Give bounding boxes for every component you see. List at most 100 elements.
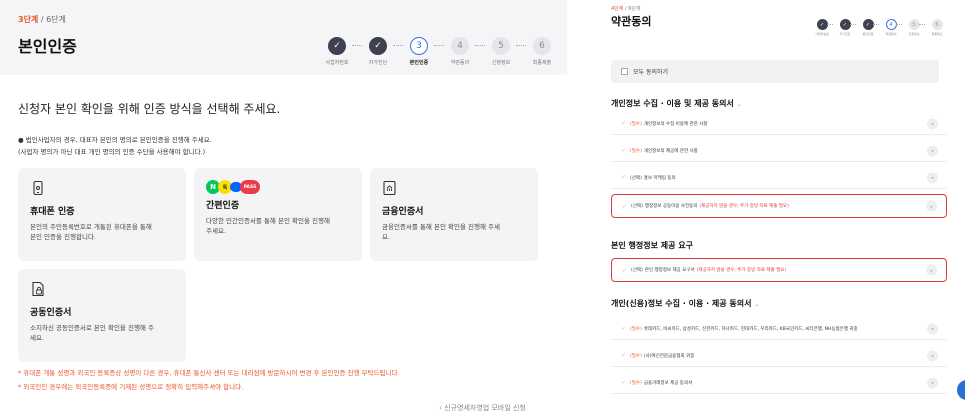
step-3: 3 본인인증 (399, 37, 439, 66)
step-4: 4 약관동의 (440, 37, 480, 66)
step-label: 최종제출 (931, 32, 943, 36)
chevron-down-icon[interactable]: ⌄ (927, 323, 938, 334)
check-icon[interactable]: ✓ (621, 352, 626, 359)
card-title: 간편인증 (206, 201, 240, 211)
required-tag: (선택) (631, 204, 643, 209)
corp-note: ● 법인사업자의 경우, 대표자 본인의 명의로 본인인증을 진행해 주세요. (18, 136, 212, 144)
check-icon: ✓ (862, 19, 874, 30)
card-desc: 다양한 민간인증서를 통해 본인 확인을 진행해 주세요. (206, 217, 330, 236)
image-caption: ‹ 신규영세자영업 모바일 신청 (439, 404, 526, 412)
chevron-down-icon[interactable]: ⌄ (927, 145, 938, 156)
terms-item[interactable]: ✓ (선택) 홍보 마케팅 동의 ⌄ (611, 167, 947, 189)
step-label: 약관동의 (450, 60, 470, 66)
check-icon: ✓ (369, 37, 387, 55)
step-label: 본인인증 (409, 60, 429, 66)
chevron-down-icon[interactable]: ⌄ (737, 101, 742, 108)
terms-item[interactable]: ✓ (필수) 금융거래정보 제공 동의서 ⌄ (611, 372, 947, 394)
card-title: 휴대폰 인증 (30, 207, 75, 217)
joint-cert-card[interactable]: 공동인증서 소지하신 공동인증서로 본인 확인을 진행해 주세요. (18, 269, 186, 362)
required-tag: (선택) (630, 175, 642, 181)
step-2: ✓ 자가진단 (358, 37, 398, 66)
card-title: 공동인증서 (30, 308, 72, 318)
check-icon: ✓ (328, 37, 346, 55)
chevron-down-icon[interactable]: ⌄ (926, 200, 937, 212)
terms-item[interactable]: ✓ (필수) 개인정보의 수집·이용에 관한 사항 ⌄ (611, 113, 947, 135)
chevron-down-icon[interactable]: ⌄ (927, 350, 938, 361)
check-icon[interactable]: ✓ (621, 120, 626, 127)
required-tag: (필수) (630, 148, 642, 154)
step-number: 5 (908, 19, 920, 30)
warning-text: * 외국인인 경우에는 외국인등록증에 기재된 성명으로 정확히 입력해주셔야 … (18, 383, 244, 391)
corp-note-detail: (사업자 명의가 아닌 대표 개인 명의의 인증 수단을 사용해야 합니다.) (18, 148, 206, 156)
step-number: 3 (410, 37, 428, 55)
check-icon[interactable]: ✓ (621, 147, 626, 154)
check-icon[interactable]: ✓ (622, 203, 627, 210)
step-label: 신청정보 (491, 60, 511, 66)
chevron-down-icon[interactable]: ⌄ (927, 172, 938, 183)
terms-item[interactable]: ✓ (선택) 본인 행정정보 제공 요구서 (제공하지 않을 경우, 추가 증빙 자료… (611, 258, 947, 282)
terms-item[interactable]: ✓ (선택) 행정정보 공동이용 사전동의 (제공하지 않을 경우, 추가 증빙 자료… (611, 194, 947, 218)
terms-label: 개인정보의 제공에 관한 사항 (643, 148, 698, 154)
progress-stepper: ✓ 사업자번호 ✓ 자가진단 ✓ 본인인증 4 약관동의 5 신청정보 6 최종제출 (807, 19, 947, 41)
page-title: 약관동의 (611, 15, 652, 28)
chevron-down-icon[interactable]: ⌄ (927, 377, 938, 388)
terms-label: 본인 행정정보 제공 요구서 (644, 268, 695, 273)
section-admin-info: 본인 행정정보 제공 요구 (611, 241, 693, 250)
lock-document-icon (32, 281, 44, 297)
required-tag: (필수) (630, 121, 642, 127)
step-1: ✓ 사업자번호 (317, 37, 357, 66)
check-icon: ✓ (816, 19, 828, 30)
terms-panel: 4단계 / 6단계 약관동의 ✓ 사업자번호 ✓ 자가진단 ✓ 본인인증 4 약관동의 5 신청정… (595, 0, 955, 400)
section-credit-info[interactable]: 개인(신용)정보 수집 · 이용 · 제공 동의서 ⌄ (611, 298, 760, 309)
check-icon[interactable]: ✓ (621, 325, 626, 332)
agree-all-checkbox[interactable]: 모두 동의하기 (611, 60, 939, 83)
check-icon[interactable]: ✓ (621, 174, 626, 181)
warning-text: * 휴대폰 개통 성명과 외국인 등록증상 성명이 다른 경우, 휴대폰 통신사… (18, 369, 400, 377)
chevron-down-icon[interactable]: ⌄ (926, 264, 937, 276)
simple-auth-card[interactable]: N 톡 PASS 간편인증 다양한 민간인증서를 통해 본인 확인을 진행해 주… (194, 168, 362, 261)
card-desc: 금융인증서를 통해 본인 확인을 진행해 주세요. (382, 223, 500, 242)
auth-instruction: 신청자 본인 확인을 위해 인증 방식을 선택해 주세요. (18, 102, 281, 116)
chevron-down-icon[interactable]: ⌄ (755, 301, 760, 308)
required-tag: (필수) (630, 353, 642, 359)
section-personal-info[interactable]: 개인정보 수집 · 이용 및 제공 동의서 ⌄ (611, 98, 742, 109)
terms-item[interactable]: ✓ (필수) 롯데카드, 비씨카드, 삼성카드, 신한카드, 하나카드, 현대카드,… (611, 318, 947, 340)
card-desc: 본인의 주민등록번호로 개통된 휴대폰을 통해 본인 인증을 진행합니다. (30, 223, 152, 242)
auth-header: 3단계 / 6단계 본인인증 ✓ 사업자번호 ✓ 자가진단 3 본인인증 4 약관동의 5 신청정… (0, 0, 567, 75)
floating-help-button[interactable] (957, 380, 965, 400)
warning-note: (제공하지 않을 경우, 추가 증빙 자료 제출 필요) (696, 268, 787, 273)
page-title: 본인인증 (18, 37, 77, 56)
step-number: 4 (885, 19, 897, 30)
required-tag: (선택) (631, 268, 643, 273)
simple-auth-provider-badges: N 톡 PASS (206, 180, 350, 194)
required-tag: (필수) (630, 326, 642, 332)
terms-label: 롯데카드, 비씨카드, 삼성카드, 신한카드, 하나카드, 현대카드, 우리카드… (643, 326, 858, 332)
agree-all-label: 모두 동의하기 (633, 69, 669, 76)
step-label: 사업자번호 (325, 60, 349, 66)
check-icon: ✓ (839, 19, 851, 30)
step-6: 6 최종제출 (922, 19, 952, 36)
financial-cert-card[interactable]: 금융인증서 금융인증서를 통해 본인 확인을 진행해 주세요. (370, 168, 538, 261)
terms-item[interactable]: ✓ (필수) (사)여신전문금융협회 귀중 ⌄ (611, 345, 947, 367)
step-6: 6 최종제출 (522, 37, 562, 66)
step-number: 5 (492, 37, 510, 55)
terms-label: (사)여신전문금융협회 귀중 (643, 353, 695, 359)
step-counter: 4단계 / 6단계 (611, 6, 641, 12)
chevron-down-icon[interactable]: ⌄ (927, 118, 938, 129)
check-icon[interactable]: ✓ (621, 379, 626, 386)
step-label: 자가진단 (368, 60, 388, 66)
terms-item[interactable]: ✓ (필수) 개인정보의 제공에 관한 사항 ⌄ (611, 140, 947, 162)
progress-stepper: ✓ 사업자번호 ✓ 자가진단 3 본인인증 4 약관동의 5 신청정보 6 최종제출 (317, 37, 557, 67)
step-number: 6 (533, 37, 551, 55)
phone-auth-card[interactable]: 휴대폰 인증 본인의 주민등록번호로 개통된 휴대폰을 통해 본인 인증을 진행… (18, 168, 186, 261)
warning-note: (제공하지 않을 경우, 추가 증빙 자료 제출 필요) (699, 204, 789, 209)
terms-label: 개인정보의 수집·이용에 관한 사항 (643, 121, 708, 127)
auth-panel: 3단계 / 6단계 본인인증 ✓ 사업자번호 ✓ 자가진단 3 본인인증 4 약관동의 5 신청정… (0, 0, 567, 400)
checkbox-icon[interactable] (621, 68, 628, 75)
step-label: 최종제출 (532, 60, 552, 66)
terms-label: 금융거래정보 제공 동의서 (643, 380, 693, 386)
card-desc: 소지하신 공동인증서로 본인 확인을 진행해 주세요. (30, 324, 154, 343)
phone-icon (33, 180, 43, 196)
step-counter: 3단계 / 6단계 (18, 15, 66, 24)
check-icon[interactable]: ✓ (622, 267, 627, 274)
